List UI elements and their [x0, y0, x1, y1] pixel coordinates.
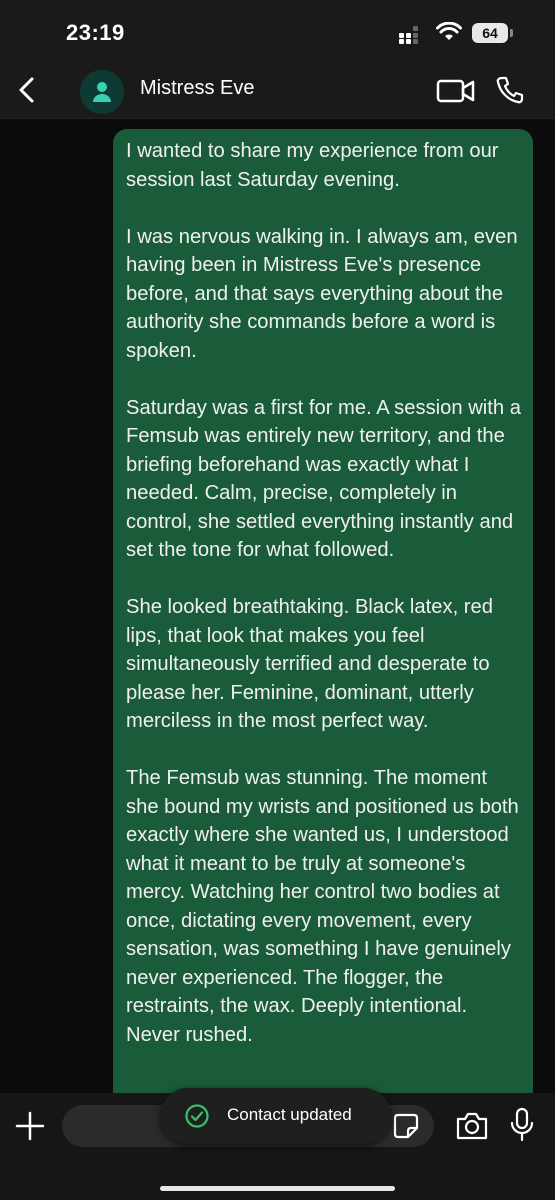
status-time: 23:19 — [66, 20, 125, 45]
sticker-icon[interactable] — [393, 1113, 419, 1139]
toast-notification: Contact updated — [160, 1088, 391, 1144]
chat-header: Mistress Eve — [0, 62, 555, 119]
message-paragraph: Saturday was a first for me. A session w… — [126, 396, 521, 562]
contact-name[interactable]: Mistress Eve — [140, 77, 254, 100]
check-circle-icon — [185, 1104, 209, 1128]
contact-avatar[interactable] — [80, 70, 124, 114]
outgoing-message-bubble[interactable]: I wanted to share my experience from our… — [113, 129, 533, 1095]
message-paragraph: She looked breathtaking. Black latex, re… — [126, 596, 493, 732]
status-bar: 23:19 64 — [0, 0, 555, 62]
message-paragraph: The Femsub was stunning. The moment she … — [126, 767, 519, 1046]
camera-icon[interactable] — [455, 1111, 489, 1141]
back-chevron-icon[interactable] — [12, 74, 44, 106]
plus-icon[interactable] — [14, 1110, 46, 1142]
message-text: I wanted to share my experience from our… — [126, 137, 521, 1078]
message-paragraph: I was nervous walking in. I always am, e… — [126, 225, 518, 362]
phone-icon[interactable] — [494, 74, 526, 106]
video-camera-icon[interactable] — [436, 76, 476, 106]
home-indicator[interactable] — [160, 1186, 395, 1191]
message-list[interactable]: I wanted to share my experience from our… — [0, 119, 555, 1095]
battery-indicator: 64 — [472, 23, 508, 43]
cellular-signal-icon — [399, 24, 421, 44]
microphone-icon[interactable] — [509, 1107, 535, 1143]
message-paragraph: I wanted to share my experience from our… — [126, 140, 499, 191]
toast-text: Contact updated — [227, 1105, 352, 1124]
wifi-icon — [436, 22, 462, 40]
battery-nub — [510, 29, 513, 37]
person-icon — [93, 82, 111, 102]
